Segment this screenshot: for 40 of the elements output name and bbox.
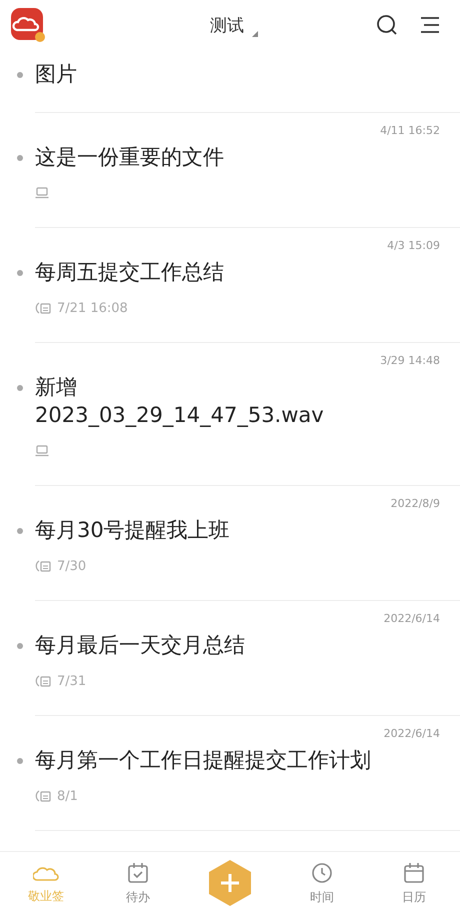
search-icon — [376, 14, 398, 36]
repeat-calendar-icon — [35, 559, 51, 573]
clock-icon — [310, 860, 334, 884]
reminder-time: 7/30 — [57, 558, 86, 574]
note-date: 2022/8/9 — [390, 496, 440, 512]
note-date: 2022/6/14 — [384, 611, 440, 627]
note-title[interactable]: 这是一份重要的文件 — [35, 143, 440, 171]
repeat-calendar-icon — [35, 674, 51, 688]
notebook-title[interactable]: 测试 — [210, 14, 244, 36]
tab-item[interactable]: 日历 — [368, 856, 460, 910]
calendar-check-icon — [126, 860, 150, 884]
reminder-time: 7/31 — [57, 674, 86, 688]
note-date: 4/11 16:52 — [380, 123, 440, 139]
bullet-icon — [17, 72, 23, 78]
bullet-icon — [17, 758, 23, 764]
tab-item[interactable]: 时间 — [276, 856, 368, 910]
note-title[interactable]: 新增 2023_03_29_14_47_53.wav — [35, 373, 440, 429]
hexagon-plus-icon — [208, 859, 252, 907]
note-title[interactable]: 每月最后一天交月总结 — [35, 631, 440, 659]
app-logo-icon[interactable] — [10, 7, 46, 43]
reminder-time: 8/1 — [57, 788, 78, 804]
dropdown-triangle-icon — [252, 30, 258, 36]
repeat-calendar-icon — [35, 789, 51, 803]
note-date: 2022/6/14 — [384, 726, 440, 742]
bullet-icon — [17, 385, 23, 391]
bullet-icon — [17, 155, 23, 161]
bullet-icon — [17, 270, 23, 276]
reminder-time: 7/21 16:08 — [57, 300, 128, 316]
repeat-calendar-icon — [35, 301, 51, 315]
note-title[interactable]: 每月30号提醒我上班 — [35, 516, 440, 544]
tab-item[interactable]: 待办 — [92, 856, 184, 910]
note-title[interactable]: 图片 — [35, 60, 440, 88]
note-title[interactable]: 每周五提交工作总结 — [35, 258, 440, 286]
note-title[interactable]: 每月第一个工作日提醒提交工作计划 — [35, 746, 440, 774]
bullet-icon — [17, 643, 23, 649]
note-date: 4/3 15:09 — [387, 238, 440, 254]
calendar-icon — [402, 860, 426, 884]
menu-icon — [420, 16, 440, 34]
bullet-icon — [17, 528, 23, 534]
note-date: 3/29 14:48 — [380, 353, 440, 369]
